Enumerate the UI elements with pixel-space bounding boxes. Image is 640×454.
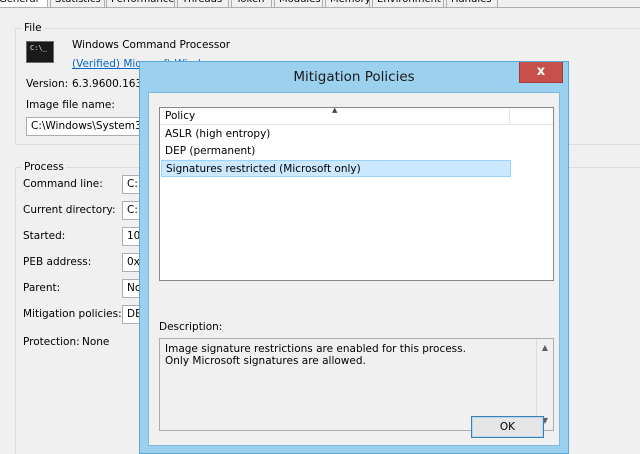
description-line: Only Microsoft signatures are allowed. [165, 355, 366, 367]
image-file-field[interactable]: C:\Windows\System32 [26, 117, 156, 136]
ok-button[interactable]: OK [471, 416, 544, 438]
version-value: 6.3.9600.163 [72, 78, 143, 90]
list-item[interactable]: DEP (permanent) [161, 143, 511, 160]
tab-panel-border [0, 7, 640, 8]
version-label: Version: [26, 78, 69, 90]
description-label: Description: [159, 321, 223, 333]
parent-label: Parent: [23, 282, 61, 294]
protection-label: Protection: [23, 336, 80, 348]
command-line-label: Command line: [23, 178, 103, 190]
file-description: Windows Command Processor [72, 39, 231, 51]
description-line: Image signature restrictions are enabled… [165, 343, 466, 355]
close-icon: x [536, 64, 546, 79]
mitigation-policies-dialog: Mitigation Policies x Policy ▲ ASLR (hig… [139, 61, 569, 454]
process-group-title: Process [22, 161, 66, 174]
image-file-label: Image file name: [26, 99, 115, 111]
list-item-selected[interactable]: Signatures restricted (Microsoft only) [161, 160, 511, 177]
command-prompt-icon: C:\_ [26, 41, 54, 63]
started-label: Started: [23, 230, 66, 242]
dialog-body: Policy ▲ ASLR (high entropy) DEP (perman… [148, 92, 560, 446]
policy-column-header[interactable]: Policy ▲ [160, 106, 510, 125]
policy-list[interactable]: Policy ▲ ASLR (high entropy) DEP (perman… [159, 106, 554, 281]
sort-ascending-icon: ▲ [332, 106, 338, 114]
peb-address-label: PEB address: [23, 256, 92, 268]
mitigation-policies-label: Mitigation policies: [23, 308, 122, 320]
list-header: Policy ▲ [160, 106, 553, 125]
current-directory-label: Current directory: [23, 204, 116, 216]
description-text: Image signature restrictions are enabled… [165, 343, 535, 367]
file-group-title: File [22, 22, 44, 35]
policy-column-label: Policy [165, 110, 196, 122]
protection-value: None [82, 336, 110, 348]
dialog-title: Mitigation Policies [293, 69, 415, 85]
list-item[interactable]: ASLR (high entropy) [161, 126, 511, 143]
scroll-up-icon[interactable]: ▲ [538, 340, 552, 356]
close-button[interactable]: x [519, 62, 563, 83]
